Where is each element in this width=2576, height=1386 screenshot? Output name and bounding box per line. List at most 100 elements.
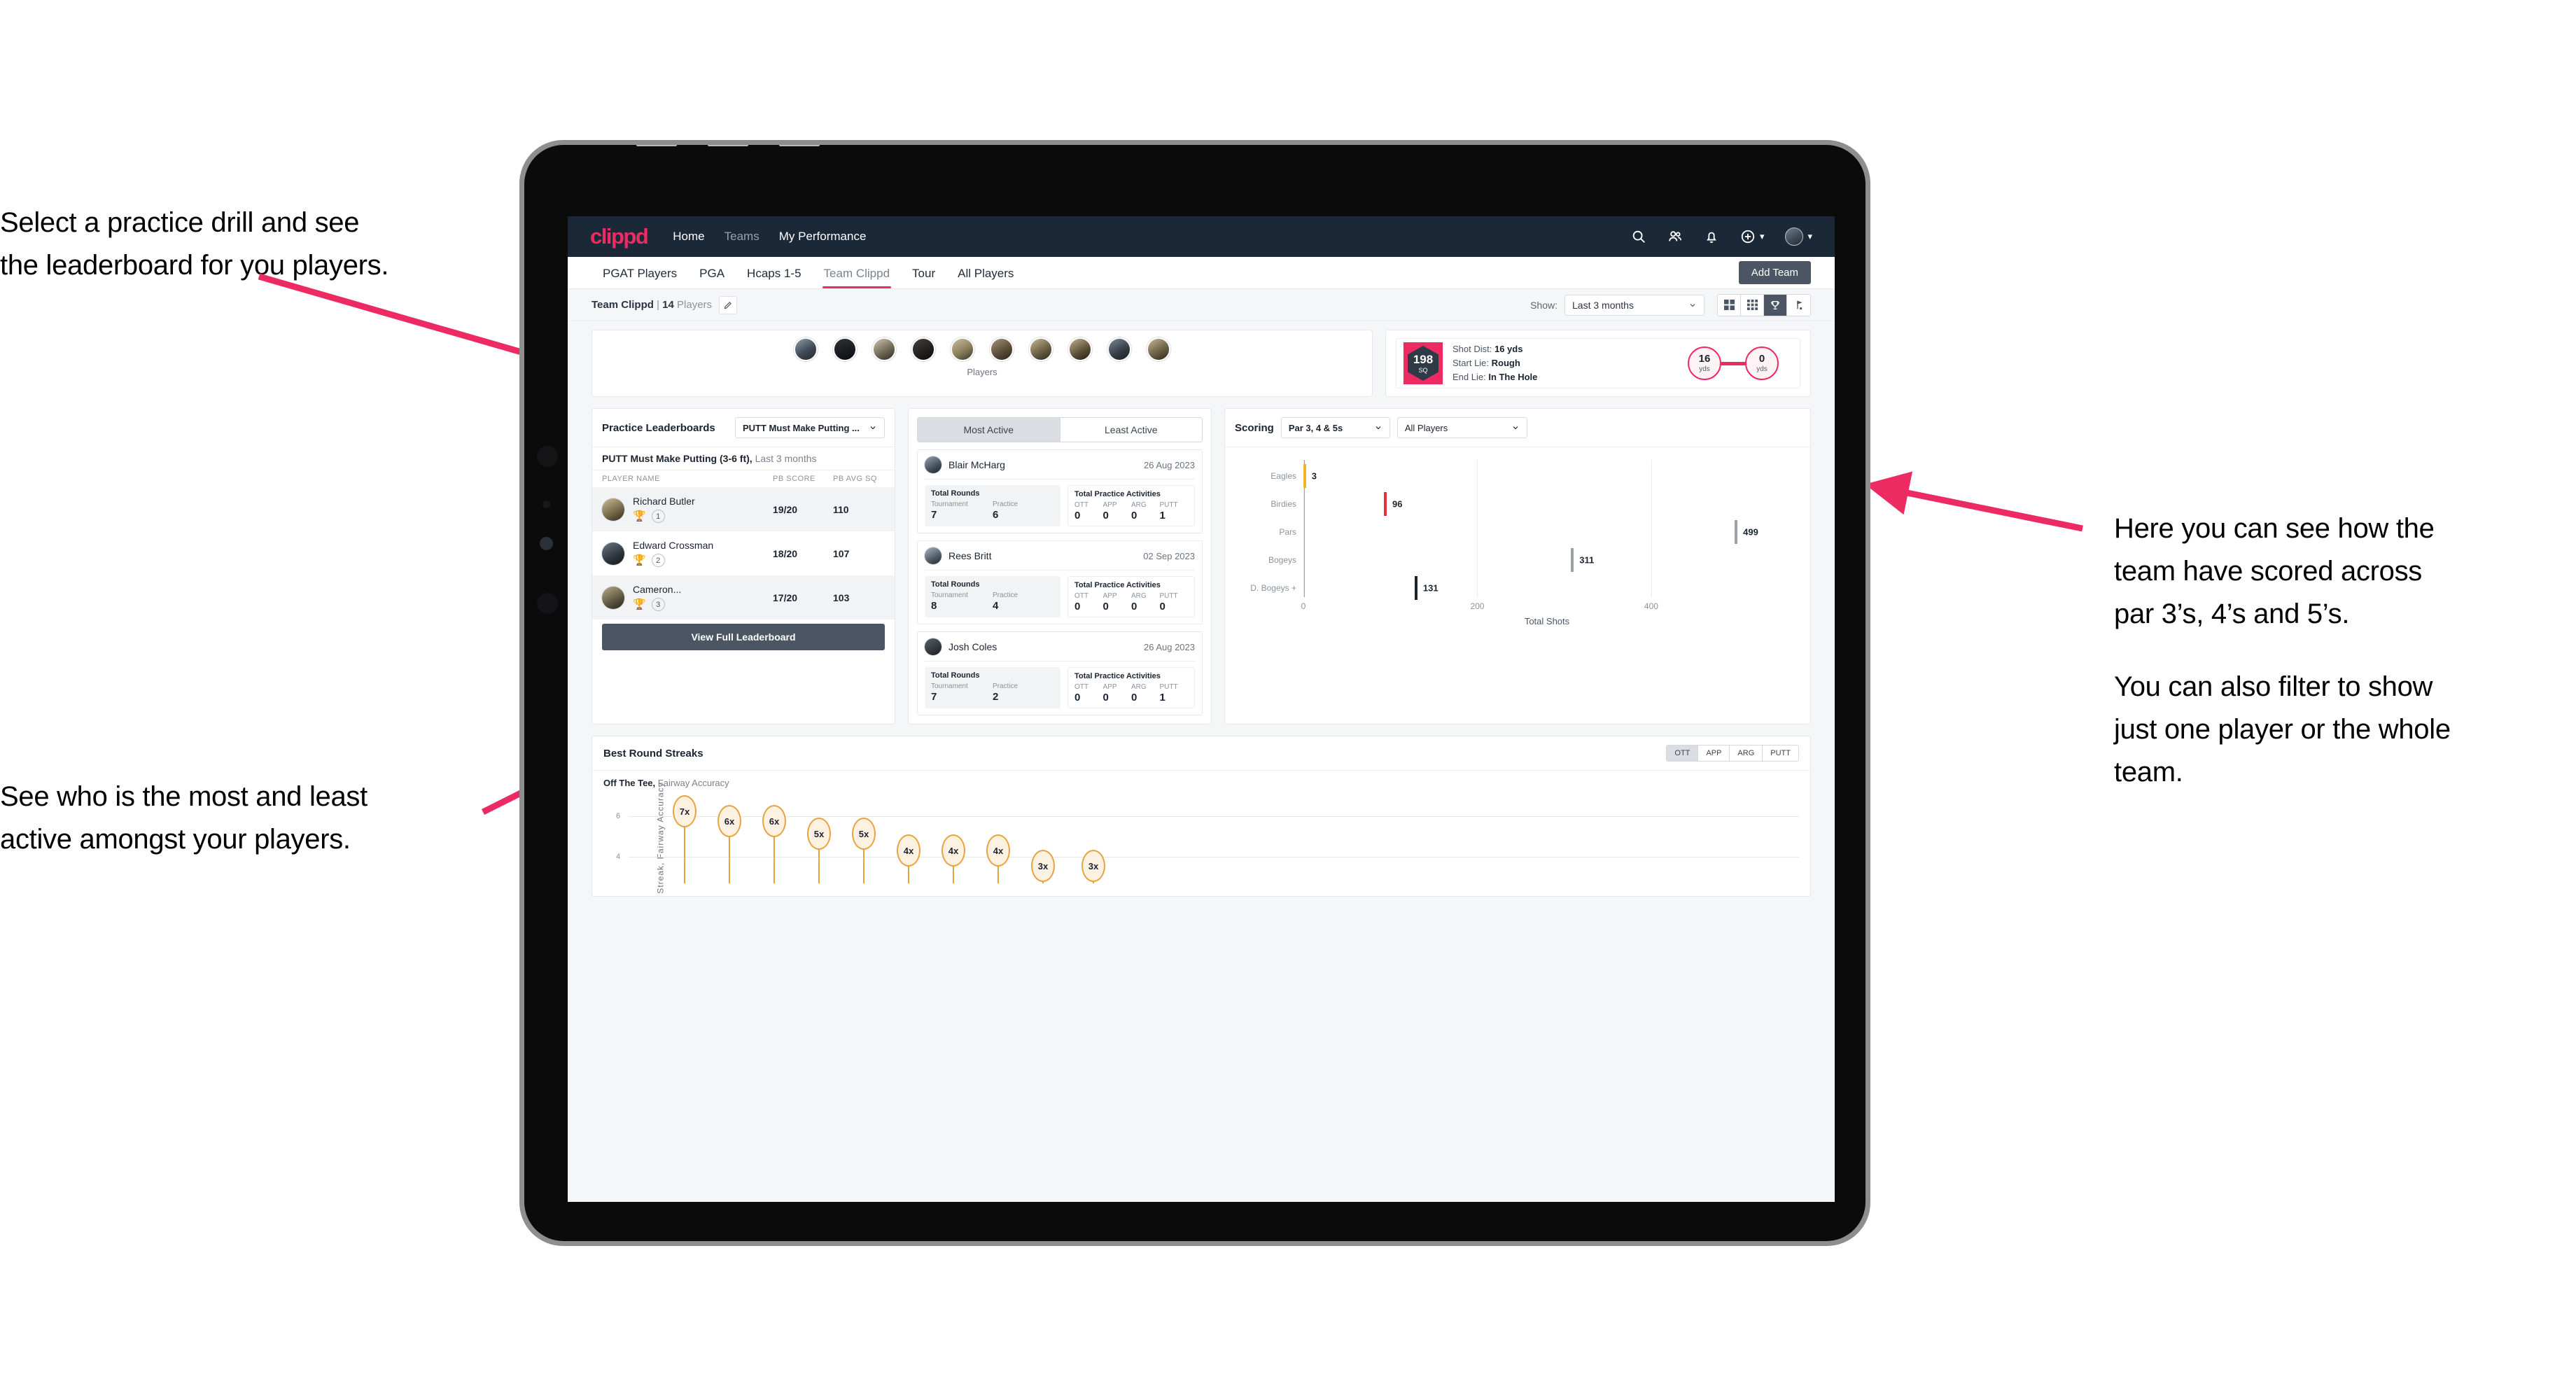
view-grid-2x2-button[interactable] — [1718, 294, 1741, 316]
tournament-col: Tournament 7 — [931, 682, 993, 703]
view-full-leaderboard-button[interactable]: View Full Leaderboard — [602, 624, 885, 650]
sq-value: 198 — [1413, 352, 1434, 366]
leaderboard-row[interactable]: Cameron... 🏆 3 17/20 103 — [592, 575, 895, 620]
putt-label: PUTT — [1159, 592, 1178, 600]
avatar[interactable] — [1785, 227, 1804, 246]
shot-detail-card: 198 SQ Shot Dist: 16 yds Start Lie: Roug… — [1385, 330, 1811, 397]
player-avatar[interactable] — [1107, 337, 1131, 361]
annotation-line: See who is the most and least — [0, 781, 368, 812]
player-avatar[interactable] — [833, 337, 857, 361]
gridline-6 — [629, 816, 1799, 817]
tab-team-clippd[interactable]: Team Clippd — [813, 267, 902, 288]
tab-all-players[interactable]: All Players — [946, 267, 1025, 288]
streak-bubble: 4x — [986, 834, 1010, 867]
streak-tab-ott[interactable]: OTT — [1667, 746, 1699, 761]
total-rounds-title: Total Rounds — [931, 580, 980, 589]
shot-end-unit: yds — [1756, 365, 1768, 373]
ott-col: OTT 0 — [1074, 501, 1103, 522]
rank-badge: 2 — [651, 554, 665, 567]
par-filter-select[interactable]: Par 3, 4 & 5s — [1280, 417, 1390, 438]
ott-col: OTT 0 — [1074, 592, 1103, 612]
search-icon[interactable] — [1631, 229, 1646, 244]
app-label: APP — [1102, 592, 1117, 600]
streak-tab-app[interactable]: APP — [1698, 746, 1730, 761]
end-lie-value: In The Hole — [1488, 372, 1538, 383]
player-avatar[interactable] — [911, 337, 935, 361]
player-avatar[interactable] — [794, 337, 818, 361]
leaderboard-row[interactable]: Richard Butler 🏆 1 19/20 110 — [592, 487, 895, 531]
nav-home[interactable]: Home — [673, 230, 704, 244]
leaderboard-drill-name: PUTT Must Make Putting (3-6 ft), — [602, 453, 752, 464]
people-icon[interactable] — [1667, 229, 1683, 244]
trophy-icon: 🏆 — [633, 554, 646, 566]
tab-least-active[interactable]: Least Active — [1059, 418, 1202, 442]
activity-player-card[interactable]: Rees Britt 02 Sep 2023 Total Rounds Tour… — [917, 540, 1203, 624]
streak-bubble: 6x — [762, 805, 786, 837]
pb-avg-sq-value: 103 — [833, 592, 850, 603]
player-avatar[interactable] — [1147, 337, 1170, 361]
shot-detail-lines: Shot Dist: 16 yds Start Lie: Rough End L… — [1452, 342, 1537, 384]
clippd-logo[interactable]: clippd — [590, 224, 649, 249]
bar-row-birdies: Birdies 96 — [1270, 492, 1402, 516]
device-top-button — [708, 145, 748, 146]
section-tabs: PGAT Players PGA Hcaps 1-5 Team Clippd T… — [568, 257, 1835, 289]
player-name: Josh Coles — [948, 641, 997, 652]
edit-team-button[interactable] — [719, 295, 738, 314]
date-range-select[interactable]: Last 3 months — [1564, 294, 1704, 316]
app-value: 0 — [1102, 601, 1109, 612]
tab-pga[interactable]: PGA — [688, 267, 736, 288]
tab-tour[interactable]: Tour — [901, 267, 946, 288]
player-name: Richard Butler — [633, 496, 695, 507]
leaderboard-player: Cameron... 🏆 3 — [633, 584, 773, 611]
activity-player-header: Rees Britt 02 Sep 2023 — [925, 547, 1195, 570]
players-filter-select[interactable]: All Players — [1396, 417, 1527, 438]
avatar — [602, 542, 624, 565]
view-trophy-button[interactable] — [1764, 294, 1787, 316]
bar-cap — [1571, 548, 1574, 572]
tournament-label: Tournament — [931, 682, 968, 690]
player-avatar[interactable] — [872, 337, 896, 361]
bar-cap — [1414, 576, 1418, 600]
y-tick-4: 4 — [616, 853, 621, 861]
app-label: APP — [1102, 501, 1117, 509]
practice-label: Practice — [993, 500, 1018, 508]
plus-circle-icon[interactable] — [1740, 229, 1756, 244]
tab-most-active[interactable]: Most Active — [918, 418, 1060, 442]
chevron-down-icon[interactable]: ▾ — [1807, 231, 1812, 242]
tab-pgat-players[interactable]: PGAT Players — [592, 267, 688, 288]
col-player-name: PLAYER NAME — [602, 475, 660, 483]
streaks-scatter-chart: Streak, Fairway Accuracy 6 4 7x 6x 6x 5x… — [603, 782, 1799, 894]
activity-player-body: Total Rounds Tournament 7 Practice — [925, 667, 1195, 708]
view-flag-button[interactable] — [1787, 295, 1810, 316]
player-avatar[interactable] — [1029, 337, 1053, 361]
total-rounds-box: Total Rounds Tournament 8 Practice 4 — [925, 576, 1060, 617]
player-avatar[interactable] — [990, 337, 1014, 361]
streak-bubble: 4x — [941, 834, 965, 867]
player-avatar[interactable] — [951, 337, 974, 361]
drill-select[interactable]: PUTT Must Make Putting ... — [735, 417, 885, 438]
activity-player-card[interactable]: Josh Coles 26 Aug 2023 Total Rounds Tour… — [917, 631, 1203, 715]
streaks-title: Best Round Streaks — [603, 747, 704, 760]
player-avatar[interactable] — [1068, 337, 1092, 361]
rounds-columns: Tournament 8 Practice 4 — [931, 592, 1054, 612]
nav-teams[interactable]: Teams — [724, 230, 760, 244]
leaderboard-row[interactable]: Edward Crossman 🏆 2 18/20 107 — [592, 531, 895, 575]
activity-player-card[interactable]: Blair McHarg 26 Aug 2023 Total Rounds To… — [917, 449, 1203, 533]
practice-col: Practice 4 — [993, 592, 1054, 612]
app-col: APP 0 — [1103, 501, 1132, 522]
view-grid-3x3-button[interactable] — [1741, 294, 1764, 316]
screenshot-root: Select a practice drill and see the lead… — [0, 0, 2576, 1386]
chevron-down-icon[interactable]: ▾ — [1760, 231, 1765, 242]
best-round-streaks-card: Best Round Streaks OTT APP ARG PUTT Off … — [592, 736, 1811, 897]
bell-icon[interactable] — [1704, 229, 1719, 244]
add-team-button[interactable]: Add Team — [1738, 261, 1811, 284]
nav-my-performance[interactable]: My Performance — [779, 230, 867, 244]
arg-label: ARG — [1131, 501, 1147, 509]
streak-tab-putt[interactable]: PUTT — [1763, 746, 1798, 761]
streak-tab-arg[interactable]: ARG — [1730, 746, 1763, 761]
annotation-line: just one player or the whole — [2114, 714, 2451, 746]
ott-value: 0 — [1074, 601, 1081, 612]
tab-hcaps-1-5[interactable]: Hcaps 1-5 — [736, 267, 812, 288]
tournament-value: 7 — [931, 691, 937, 703]
separator: | — [657, 299, 659, 311]
